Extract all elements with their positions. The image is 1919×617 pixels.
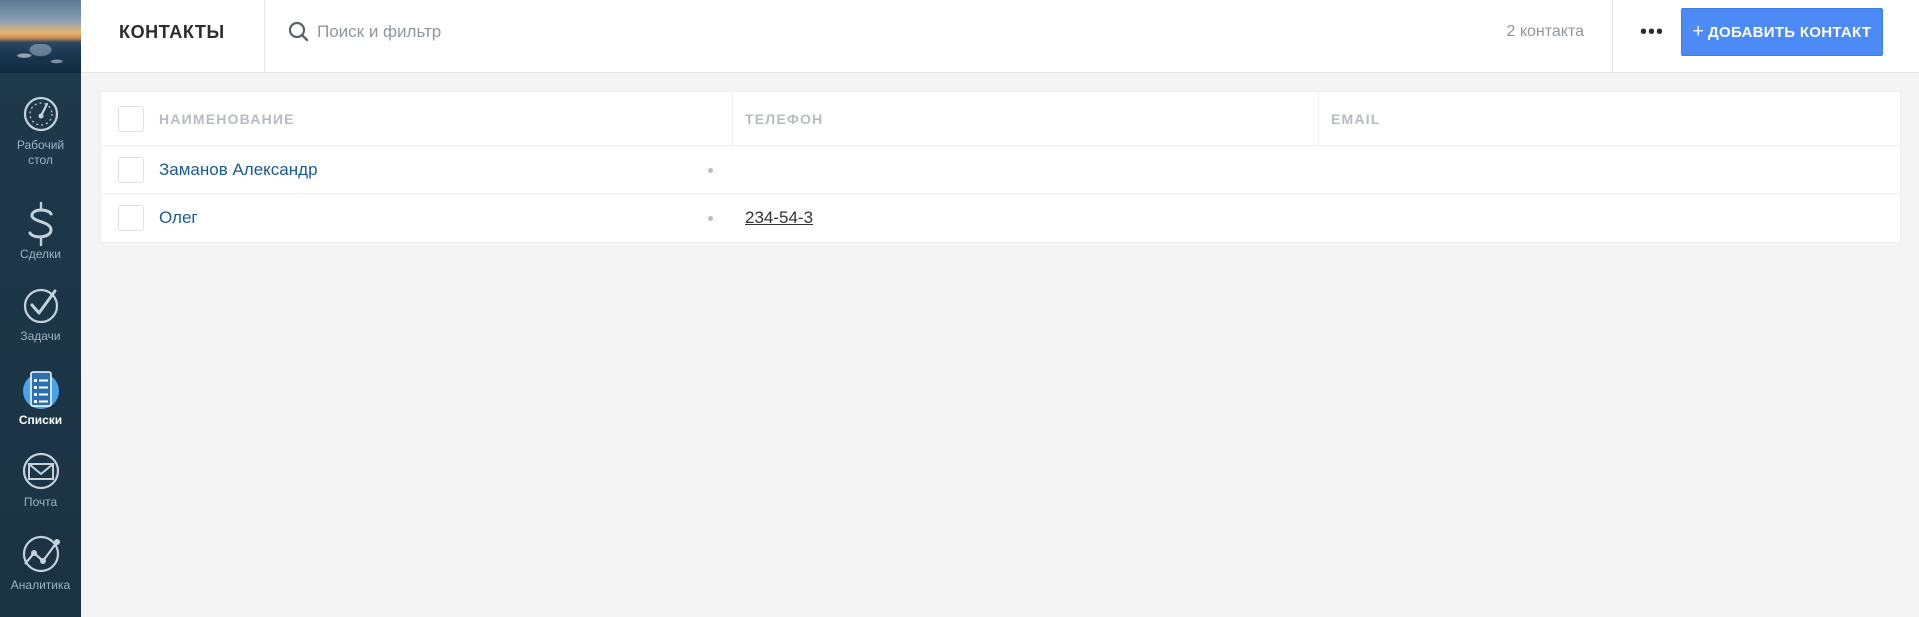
sidebar-item-label: Списки <box>18 413 63 427</box>
contacts-count: 2 контакта <box>1506 23 1584 40</box>
sidebar-item-tasks[interactable]: Задачи <box>0 285 81 344</box>
column-header-name[interactable]: НАИМЕНОВАНИЕ <box>159 92 295 145</box>
search-icon <box>288 21 309 42</box>
analytics-icon <box>21 534 61 574</box>
contact-name-cell: Олег <box>159 194 198 242</box>
column-header-phone[interactable]: ТЕЛЕФОН <box>745 92 823 145</box>
contact-name-link[interactable]: Заманов Александр <box>159 160 318 180</box>
sidebar-item-label: Рабочий <box>16 138 65 152</box>
more-button[interactable]: ••• <box>1632 17 1672 47</box>
sidebar-item-deals[interactable]: Сделки <box>0 201 81 262</box>
table-row: Олег 234-54-3 <box>101 194 1900 242</box>
column-divider[interactable] <box>1318 92 1319 146</box>
table-row: Заманов Александр <box>101 146 1900 194</box>
list-icon <box>21 369 61 409</box>
contact-name-cell: Заманов Александр <box>159 146 318 193</box>
page-title: КОНТАКТЫ <box>119 22 225 42</box>
contact-phone-link[interactable]: 234-54-3 <box>745 208 813 228</box>
contacts-table: НАИМЕНОВАНИЕ ТЕЛЕФОН EMAIL Заманов Алекс… <box>100 91 1901 243</box>
dashboard-icon <box>21 94 61 134</box>
divider <box>264 0 265 72</box>
contact-name-link[interactable]: Олег <box>159 208 198 228</box>
sidebar-item-label: Задачи <box>20 329 61 343</box>
sidebar-item-analytics[interactable]: Аналитика <box>0 534 81 593</box>
top-header: КОНТАКТЫ 2 контакта ••• + ДОБАВИТЬ КОНТА… <box>81 0 1919 73</box>
column-header-email[interactable]: EMAIL <box>1331 92 1381 145</box>
row-checkbox[interactable] <box>118 205 144 231</box>
divider <box>1612 0 1613 72</box>
user-avatar[interactable] <box>0 0 81 73</box>
checkmark-icon <box>21 285 61 325</box>
plus-icon: + <box>1692 21 1705 42</box>
status-dot <box>708 168 713 173</box>
ellipsis-icon: ••• <box>1639 20 1664 43</box>
status-dot <box>708 216 713 221</box>
sidebar-item-label: стол <box>28 153 53 167</box>
table-header-row: НАИМЕНОВАНИЕ ТЕЛЕФОН EMAIL <box>101 92 1900 146</box>
sidebar-item-label: Почта <box>23 495 58 509</box>
search-bar[interactable] <box>288 20 1188 44</box>
row-checkbox[interactable] <box>118 157 144 183</box>
sidebar-item-lists[interactable]: Списки <box>0 369 81 428</box>
sidebar-item-dashboard[interactable]: Рабочий стол <box>0 94 81 168</box>
sidebar: Рабочий стол Сделки Задачи Списки Почта … <box>0 0 81 617</box>
contact-phone-cell: 234-54-3 <box>745 194 813 242</box>
mail-icon <box>21 451 61 491</box>
add-contact-button[interactable]: + ДОБАВИТЬ КОНТАКТ <box>1681 8 1883 56</box>
sidebar-item-label: Сделки <box>20 247 61 261</box>
sidebar-item-mail[interactable]: Почта <box>0 451 81 510</box>
select-all-checkbox[interactable] <box>118 106 144 132</box>
dollar-icon <box>21 201 61 247</box>
column-divider[interactable] <box>732 92 733 146</box>
add-contact-label: ДОБАВИТЬ КОНТАКТ <box>1708 23 1872 41</box>
sidebar-item-label: Аналитика <box>10 578 71 592</box>
search-input[interactable] <box>317 22 1117 42</box>
